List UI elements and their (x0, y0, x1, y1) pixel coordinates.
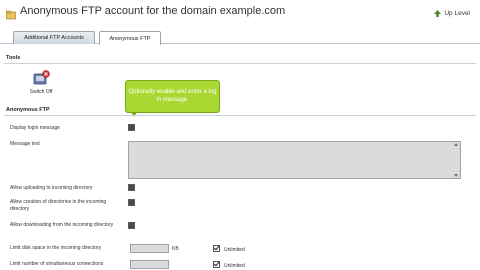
allow-uploading-checkbox[interactable] (128, 184, 135, 191)
tab-additional-ftp-accounts[interactable]: Additional FTP Accounts (13, 31, 95, 44)
switch-off-label: Switch Off (29, 89, 53, 95)
tools-section-title: Tools (6, 55, 21, 61)
message-text-area[interactable] (128, 141, 461, 179)
folder-icon (6, 7, 16, 20)
connections-unlimited-checkbox[interactable] (213, 261, 220, 268)
allow-creation-label: Allow creation of directories in the inc… (10, 199, 107, 212)
allow-downloading-label: Allow downloading from the incoming dire… (10, 222, 114, 228)
disk-space-input[interactable] (130, 244, 169, 253)
page-title: Anonymous FTP account for the domain exa… (20, 5, 286, 17)
limit-connections-label: Limit number of simultaneous connections (10, 261, 104, 267)
up-level-button[interactable]: Up Level (433, 7, 470, 19)
allow-creation-checkbox[interactable] (128, 199, 135, 206)
up-level-label: Up Level (444, 9, 470, 17)
disk-space-unlimited-label: Unlimited (224, 247, 245, 253)
hint-tooltip: Optionally enable and enter a log in mes… (125, 80, 220, 113)
allow-uploading-label: Allow uploading to incoming directory (10, 185, 93, 191)
switch-off-tool-button[interactable]: Switch Off (26, 70, 56, 98)
textarea-scrollbar[interactable] (454, 143, 459, 177)
divider (4, 115, 476, 116)
connections-input[interactable] (130, 260, 169, 269)
anonymous-ftp-section-title: Anonymous FTP (6, 107, 50, 113)
tab-label: Anonymous FTP (109, 35, 151, 42)
connections-unlimited-label: Unlimited (224, 263, 245, 269)
display-login-message-label: Display login message (10, 125, 61, 131)
tab-label: Additional FTP Accounts (24, 35, 84, 41)
disk-space-unlimited-checkbox[interactable] (213, 245, 220, 252)
display-login-message-checkbox[interactable] (128, 124, 135, 131)
tab-anonymous-ftp[interactable]: Anonymous FTP (99, 31, 161, 45)
disk-space-unit: KB (172, 246, 179, 252)
allow-downloading-checkbox[interactable] (128, 222, 135, 229)
up-arrow-icon (434, 9, 442, 17)
tab-bar: Additional FTP Accounts Anonymous FTP (0, 24, 480, 45)
message-text-label: Message text (10, 141, 40, 147)
divider (4, 63, 476, 64)
limit-disk-space-label: Limit disk space in the incoming directo… (10, 245, 102, 251)
switch-off-icon (33, 70, 50, 85)
title-bar: Anonymous FTP account for the domain exa… (0, 0, 480, 24)
